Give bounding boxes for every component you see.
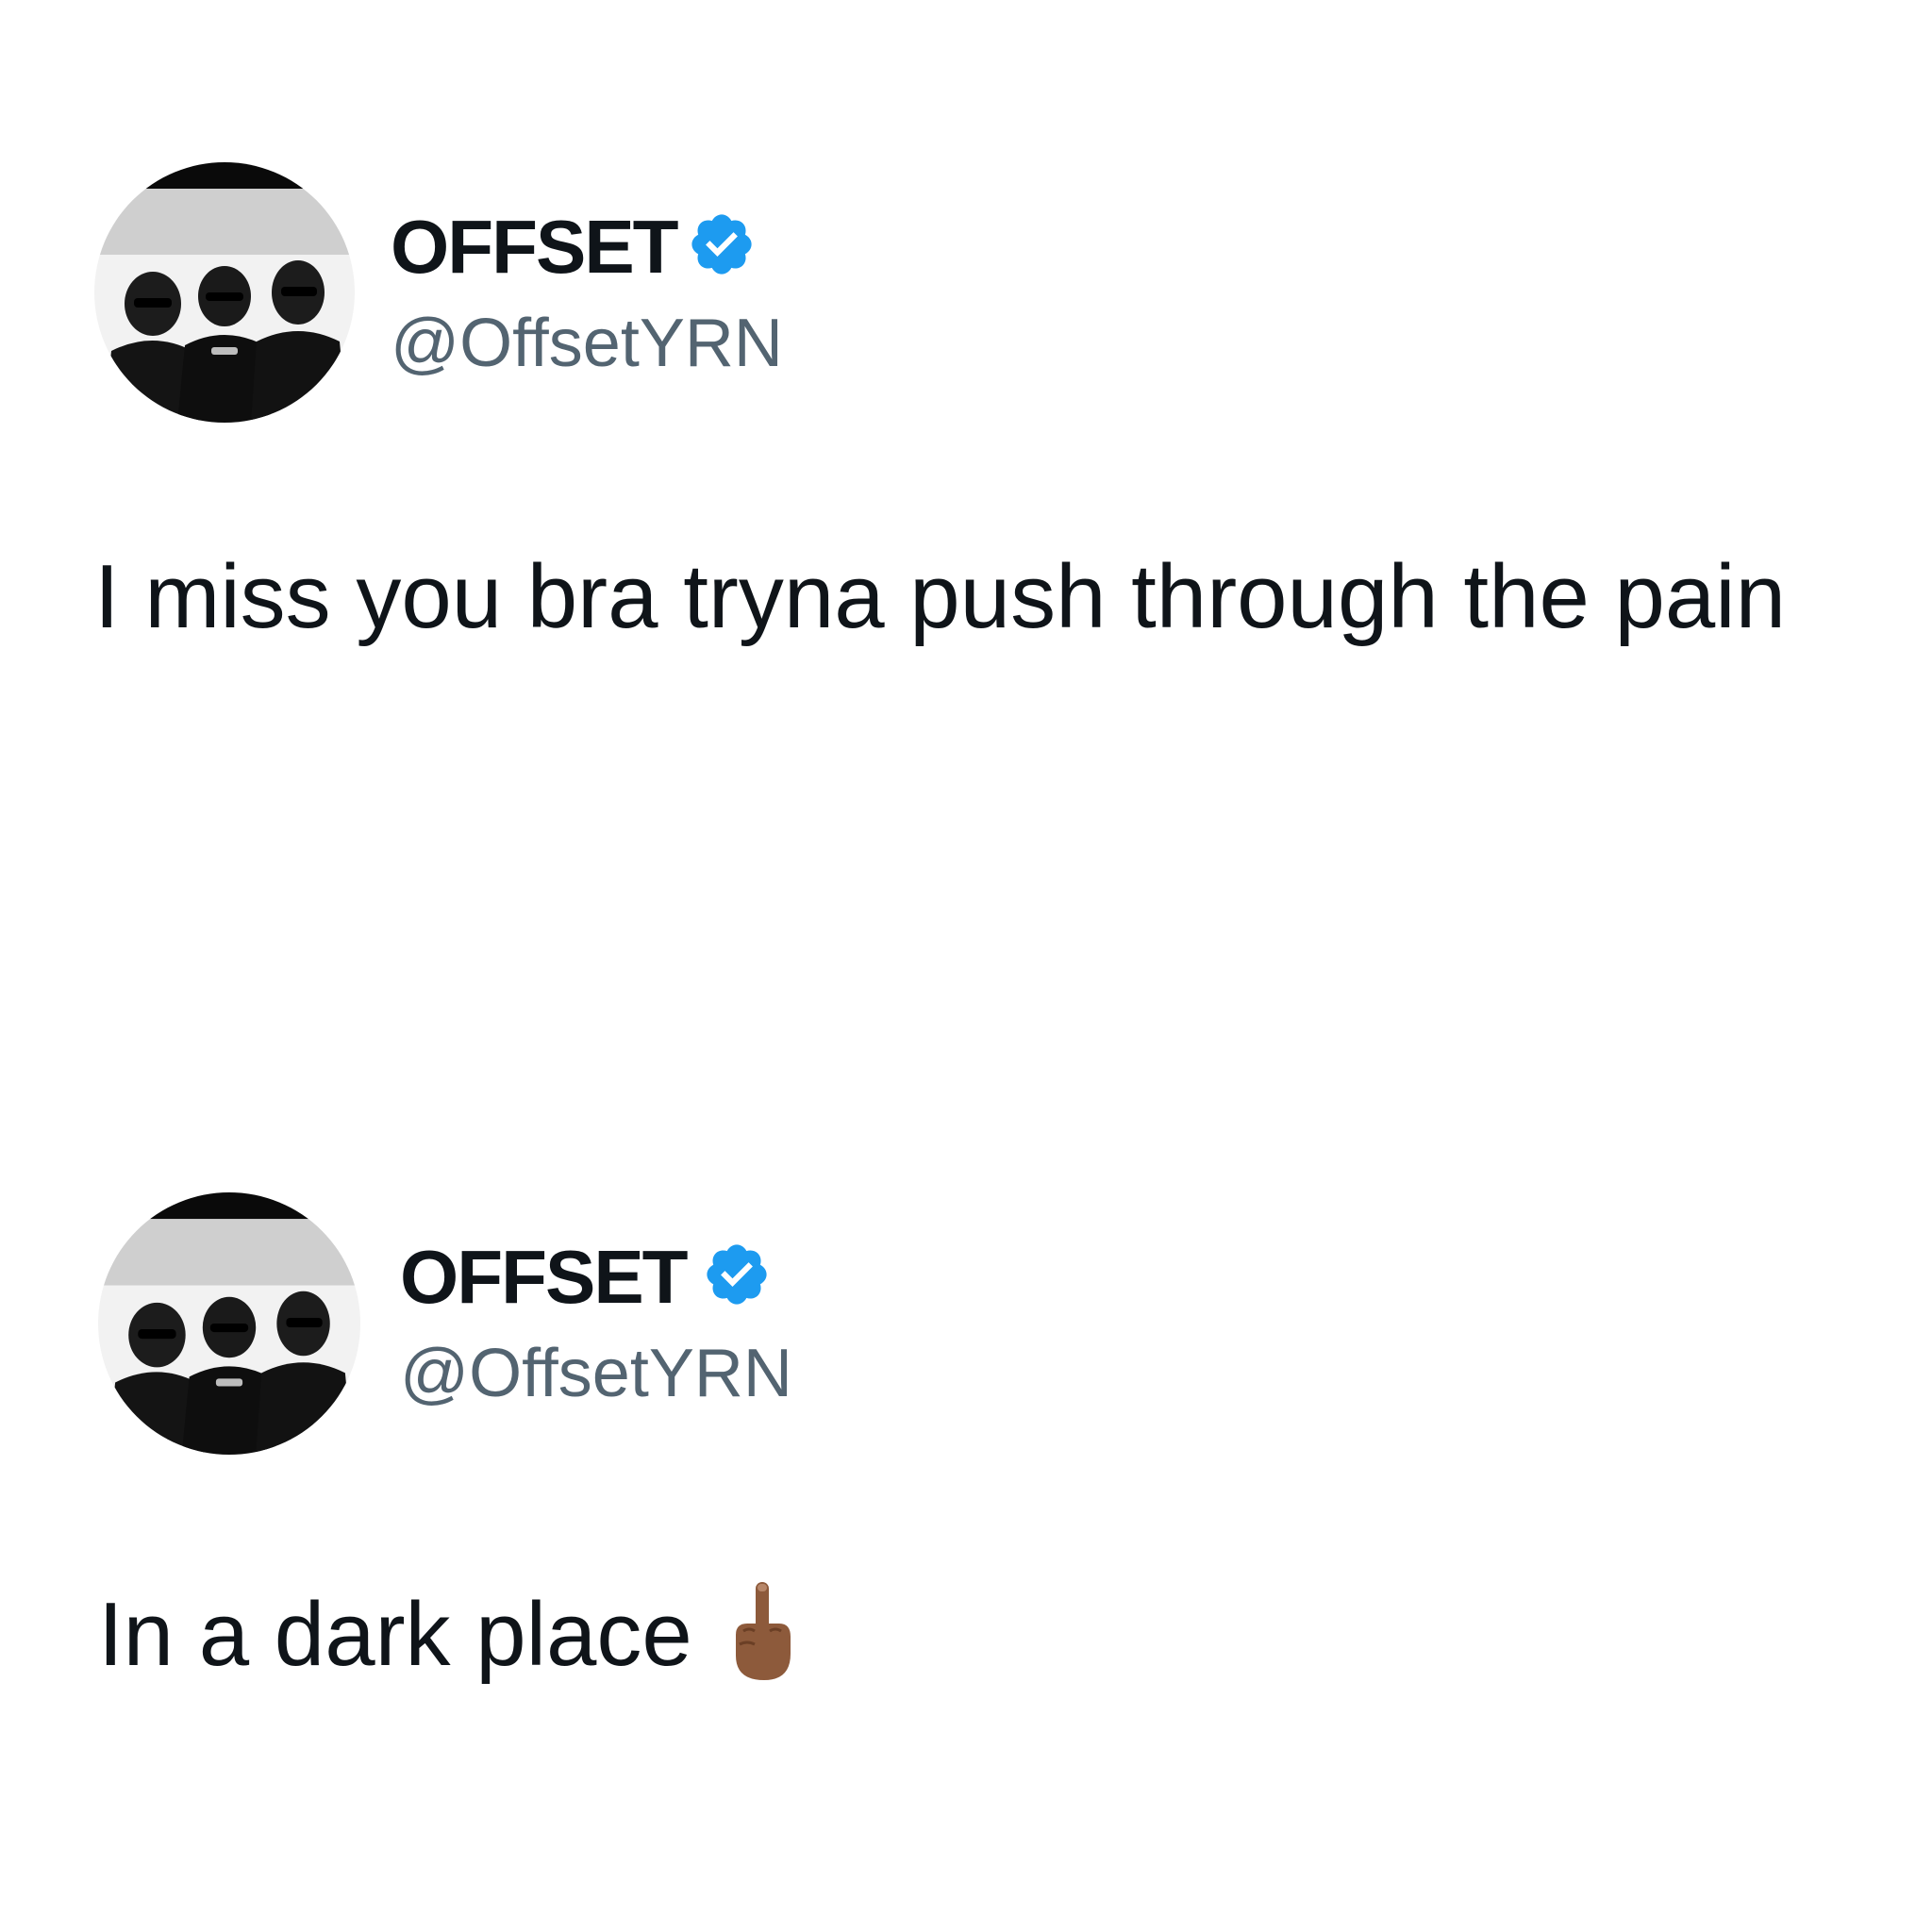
display-name[interactable]: OFFSET xyxy=(391,209,679,285)
profile-avatar[interactable] xyxy=(94,162,355,423)
group-photo-avatar xyxy=(98,1192,360,1455)
display-name[interactable]: OFFSET xyxy=(400,1240,689,1315)
verified-badge-icon xyxy=(691,214,752,275)
user-handle[interactable]: @OffsetYRN xyxy=(400,1340,792,1407)
middle-finger-emoji-icon xyxy=(726,1578,798,1684)
tweet-text: In a dark place xyxy=(98,1584,692,1685)
user-handle[interactable]: @OffsetYRN xyxy=(391,309,783,377)
group-photo-avatar xyxy=(94,162,355,423)
verified-badge-icon xyxy=(707,1244,767,1305)
tweet-text: I miss you bra tryna push through the pa… xyxy=(94,546,1787,647)
profile-avatar[interactable] xyxy=(98,1192,360,1455)
tweet-card: OFFSET @OffsetYRN I miss you bra tryna p… xyxy=(0,0,1932,943)
tweet-text-container: In a dark place xyxy=(98,1566,1872,1704)
tweet-card: OFFSET @OffsetYRN In a dark place xyxy=(0,943,1932,1932)
